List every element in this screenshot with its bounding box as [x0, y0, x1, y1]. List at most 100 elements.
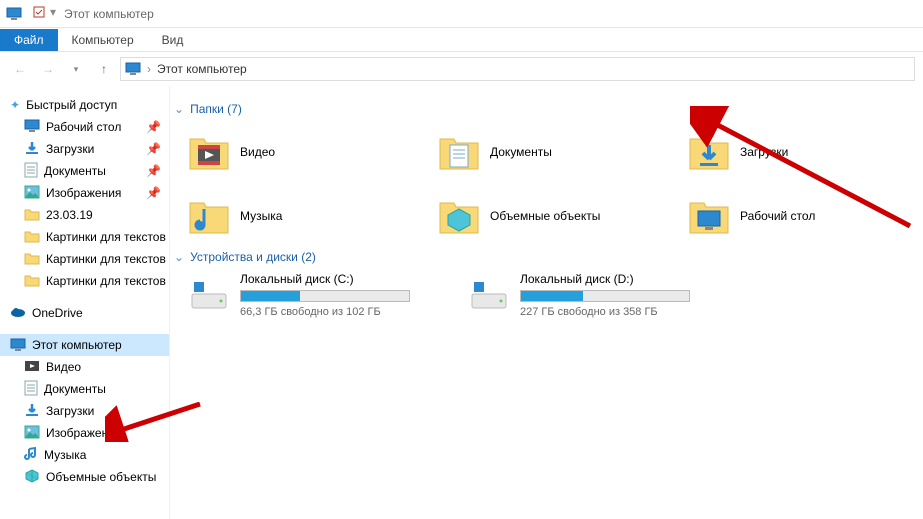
- desktop-icon: [24, 119, 40, 136]
- folder-item[interactable]: Рабочий стол: [688, 188, 923, 244]
- sidebar-item-label: 23.03.19: [46, 208, 93, 222]
- folder-item[interactable]: Загрузки: [688, 124, 923, 180]
- drive-label: Локальный диск (D:): [520, 272, 728, 286]
- sidebar-item-label: Музыка: [44, 448, 86, 462]
- main-pane: ⌄ Папки (7) Видео Документы Загрузки Музыка…: [170, 86, 923, 519]
- folder-label: Документы: [490, 145, 552, 159]
- back-button[interactable]: ←: [8, 57, 32, 81]
- folder-label: Музыка: [240, 209, 282, 223]
- 3d-folder-icon: [438, 195, 480, 237]
- drive-usage-bar: [520, 290, 690, 302]
- sidebar-item-pc[interactable]: Документы: [0, 378, 169, 400]
- sidebar-onedrive[interactable]: OneDrive: [0, 302, 169, 324]
- drive-free-text: 66,3 ГБ свободно из 102 ГБ: [240, 306, 448, 318]
- sidebar-item-label: Загрузки: [46, 404, 94, 418]
- documents-icon: [24, 162, 38, 181]
- history-button[interactable]: ▾: [64, 57, 88, 81]
- chevron-down-icon: ⌄: [174, 250, 184, 264]
- sidebar-item-quick[interactable]: Изображения📌: [0, 182, 169, 204]
- downloads-icon: [24, 402, 40, 421]
- forward-button[interactable]: →: [36, 57, 60, 81]
- drive-icon: [188, 272, 230, 314]
- folder-label: Рабочий стол: [740, 209, 815, 223]
- folder-item[interactable]: Документы: [438, 124, 678, 180]
- sidebar-item-label: Рабочий стол: [46, 120, 121, 134]
- tab-file[interactable]: Файл: [0, 29, 58, 51]
- address-bar: ← → ▾ ↑ › Этот компьютер: [0, 52, 923, 86]
- drive-icon: [468, 272, 510, 314]
- drive-usage-bar: [240, 290, 410, 302]
- sidebar-this-pc[interactable]: Этот компьютер: [0, 334, 169, 356]
- sidebar-quick-access[interactable]: ✦ Быстрый доступ: [0, 94, 169, 116]
- nav-tree: ✦ Быстрый доступ Рабочий стол📌Загрузки📌Д…: [0, 86, 170, 519]
- group-drives-header[interactable]: ⌄ Устройства и диски (2): [174, 250, 919, 264]
- sidebar-item-quick[interactable]: Картинки для текстов: [0, 226, 169, 248]
- up-button[interactable]: ↑: [92, 57, 116, 81]
- tab-computer[interactable]: Компьютер: [58, 29, 148, 51]
- qat-properties-icon[interactable]: [32, 5, 46, 22]
- sidebar-item-label: Картинки для текстов: [46, 274, 166, 288]
- video-folder-icon: [188, 131, 230, 173]
- group-folders-header[interactable]: ⌄ Папки (7): [174, 102, 919, 116]
- pin-icon: 📌: [146, 120, 161, 134]
- sidebar-item-label: Документы: [44, 382, 106, 396]
- window-title: Этот компьютер: [64, 7, 154, 21]
- sidebar-item-label: Картинки для текстов: [46, 252, 166, 266]
- pin-icon: 📌: [146, 164, 161, 178]
- address-field[interactable]: › Этот компьютер: [120, 57, 915, 81]
- quick-access-toolbar: ▾: [32, 5, 56, 22]
- folder-icon: [24, 251, 40, 268]
- sidebar-item-quick[interactable]: Картинки для текстов: [0, 270, 169, 292]
- sidebar-item-label: Загрузки: [46, 142, 94, 156]
- pin-icon: 📌: [146, 142, 161, 156]
- group-label: Папки (7): [190, 102, 242, 116]
- folder-item[interactable]: Видео: [188, 124, 428, 180]
- sidebar-label: OneDrive: [32, 306, 83, 320]
- sidebar-item-quick[interactable]: Картинки для текстов: [0, 248, 169, 270]
- drive-free-text: 227 ГБ свободно из 358 ГБ: [520, 306, 728, 318]
- documents-icon: [24, 380, 38, 399]
- folder-item[interactable]: Объемные объекты: [438, 188, 678, 244]
- tab-view[interactable]: Вид: [148, 29, 198, 51]
- folder-label: Загрузки: [740, 145, 788, 159]
- sidebar-item-pc[interactable]: Объемные объекты: [0, 466, 169, 488]
- sidebar-item-pc[interactable]: Загрузки: [0, 400, 169, 422]
- sidebar-item-pc[interactable]: Видео: [0, 356, 169, 378]
- sidebar-item-quick[interactable]: 23.03.19: [0, 204, 169, 226]
- star-icon: ✦: [10, 98, 20, 112]
- drive-item[interactable]: Локальный диск (C:) 66,3 ГБ свободно из 1…: [188, 272, 448, 318]
- title-bar: ▾ Этот компьютер: [0, 0, 923, 28]
- downloads-folder-icon: [688, 131, 730, 173]
- sidebar-item-quick[interactable]: Документы 📌: [0, 160, 169, 182]
- music-folder-icon: [188, 195, 230, 237]
- documents-folder-icon: [438, 131, 480, 173]
- video-icon: [24, 359, 40, 376]
- sidebar-item-quick[interactable]: Рабочий стол 📌: [0, 116, 169, 138]
- chevron-down-icon[interactable]: ▾: [50, 5, 56, 22]
- cloud-icon: [10, 306, 26, 321]
- 3d-icon: [24, 468, 40, 487]
- sidebar-item-quick[interactable]: Загрузки 📌: [0, 138, 169, 160]
- chevron-down-icon: ⌄: [174, 102, 184, 116]
- sidebar-item-label: Изображения: [46, 186, 121, 200]
- sidebar-item-pc[interactable]: Музыка: [0, 444, 169, 466]
- folder-icon: [24, 229, 40, 246]
- breadcrumb-root[interactable]: Этот компьютер: [157, 62, 247, 76]
- app-icon: [4, 4, 24, 24]
- sidebar-item-label: Изображения: [46, 426, 121, 440]
- pictures-icon: [24, 185, 40, 202]
- breadcrumb-sep: ›: [147, 62, 151, 76]
- folder-item[interactable]: Музыка: [188, 188, 428, 244]
- music-icon: [24, 446, 38, 465]
- sidebar-item-label: Объемные объекты: [46, 470, 156, 484]
- sidebar-item-pc[interactable]: Изображения: [0, 422, 169, 444]
- downloads-icon: [24, 140, 40, 159]
- drive-item[interactable]: Локальный диск (D:) 227 ГБ свободно из 35…: [468, 272, 728, 318]
- sidebar-item-label: Картинки для текстов: [46, 230, 166, 244]
- sidebar-item-label: Документы: [44, 164, 106, 178]
- this-pc-icon: [10, 338, 26, 352]
- drive-label: Локальный диск (C:): [240, 272, 448, 286]
- sidebar-item-label: Видео: [46, 360, 81, 374]
- ribbon-tabs: Файл Компьютер Вид: [0, 28, 923, 52]
- sidebar-label: Этот компьютер: [32, 338, 122, 352]
